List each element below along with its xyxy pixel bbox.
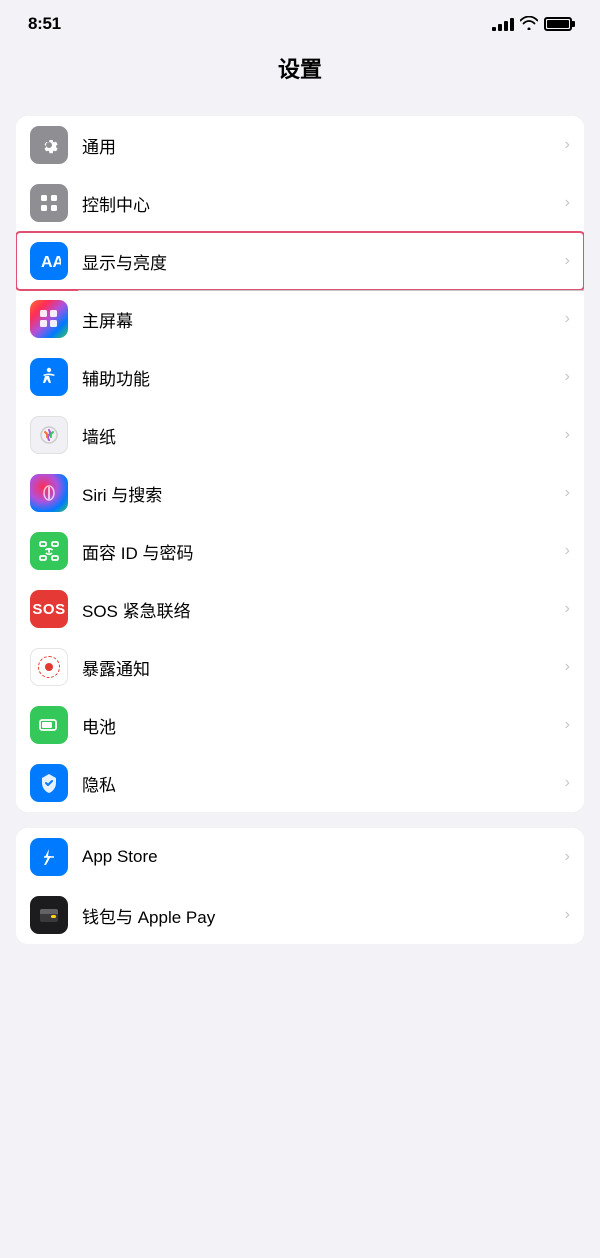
sos-icon: SOS <box>30 590 68 628</box>
accessibility-icon <box>30 358 68 396</box>
settings-group-2: App Store › 钱包与 Apple Pay › <box>16 828 584 944</box>
accessibility-label: 辅助功能 <box>82 365 559 390</box>
page-title: 设置 <box>278 57 322 82</box>
signal-icon <box>492 17 514 31</box>
battery-chevron: › <box>565 716 570 734</box>
appstore-icon <box>30 838 68 876</box>
exposure-icon <box>30 648 68 686</box>
wallpaper-label: 墙纸 <box>82 423 559 448</box>
privacy-label: 隐私 <box>82 771 559 796</box>
settings-item-appstore[interactable]: App Store › <box>16 828 584 886</box>
home-screen-icon <box>30 300 68 338</box>
settings-item-sos[interactable]: SOS SOS 紧急联络 › <box>16 580 584 638</box>
wifi-icon <box>520 16 538 33</box>
display-icon: AA <box>30 242 68 280</box>
settings-item-exposure[interactable]: 暴露通知 › <box>16 638 584 696</box>
home-screen-chevron: › <box>565 310 570 328</box>
control-center-label: 控制中心 <box>82 191 559 216</box>
settings-item-battery[interactable]: 电池 › <box>16 696 584 754</box>
status-time: 8:51 <box>28 14 61 34</box>
sos-label: SOS 紧急联络 <box>82 597 559 622</box>
battery-settings-icon <box>30 706 68 744</box>
battery-label: 电池 <box>82 713 559 738</box>
wallet-icon <box>30 896 68 934</box>
status-icons <box>492 16 572 33</box>
sos-text: SOS <box>32 601 65 618</box>
settings-item-accessibility[interactable]: 辅助功能 › <box>16 348 584 406</box>
siri-chevron: › <box>565 484 570 502</box>
settings-item-siri[interactable]: Siri 与搜索 › <box>16 464 584 522</box>
appstore-label: App Store <box>82 847 559 867</box>
accessibility-chevron: › <box>565 368 570 386</box>
general-label: 通用 <box>82 133 559 158</box>
status-bar: 8:51 <box>0 0 600 42</box>
wallpaper-icon <box>30 416 68 454</box>
settings-item-display[interactable]: AA 显示与亮度 › <box>16 232 584 290</box>
control-center-chevron: › <box>565 194 570 212</box>
settings-item-privacy[interactable]: 隐私 › <box>16 754 584 812</box>
settings-item-control-center[interactable]: 控制中心 › <box>16 174 584 232</box>
general-icon <box>30 126 68 164</box>
general-chevron: › <box>565 136 570 154</box>
settings-item-faceid[interactable]: 面容 ID 与密码 › <box>16 522 584 580</box>
sos-chevron: › <box>565 600 570 618</box>
display-chevron: › <box>565 252 570 270</box>
settings-item-wallpaper[interactable]: 墙纸 › <box>16 406 584 464</box>
wallet-chevron: › <box>565 906 570 924</box>
exposure-chevron: › <box>565 658 570 676</box>
settings-item-general[interactable]: 通用 › <box>16 116 584 174</box>
privacy-icon <box>30 764 68 802</box>
faceid-chevron: › <box>565 542 570 560</box>
control-center-icon <box>30 184 68 222</box>
siri-label: Siri 与搜索 <box>82 481 559 506</box>
wallet-label: 钱包与 Apple Pay <box>82 903 559 928</box>
faceid-label: 面容 ID 与密码 <box>82 539 559 564</box>
settings-item-home-screen[interactable]: 主屏幕 › <box>16 290 584 348</box>
privacy-chevron: › <box>565 774 570 792</box>
svg-text:AA: AA <box>41 254 61 271</box>
appstore-chevron: › <box>565 848 570 866</box>
display-label: 显示与亮度 <box>82 249 559 274</box>
siri-icon <box>30 474 68 512</box>
battery-icon <box>544 17 572 31</box>
settings-group-1: 通用 › 控制中心 › AA 显示与亮度 › <box>16 116 584 812</box>
exposure-label: 暴露通知 <box>82 655 559 680</box>
wallpaper-chevron: › <box>565 426 570 444</box>
page-title-bar: 设置 <box>0 42 600 100</box>
settings-item-wallet[interactable]: 钱包与 Apple Pay › <box>16 886 584 944</box>
faceid-icon <box>30 532 68 570</box>
home-screen-label: 主屏幕 <box>82 307 559 332</box>
